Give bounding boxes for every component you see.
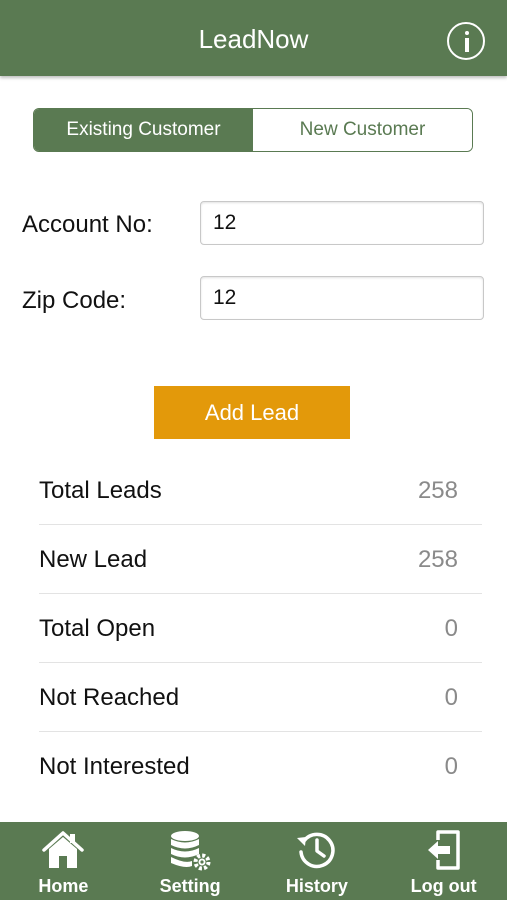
tab-log-out[interactable]: Log out: [380, 822, 507, 900]
info-bar: [464, 38, 469, 52]
stat-label: New Lead: [39, 546, 148, 573]
history-icon: [296, 832, 335, 869]
segment-new-customer[interactable]: New Customer: [253, 109, 472, 151]
tab-label: Home: [38, 876, 89, 896]
stat-label: Not Interested: [39, 753, 190, 780]
app-title: LeadNow: [198, 24, 309, 54]
database-gear-icon: [171, 831, 211, 871]
tab-history[interactable]: History: [254, 822, 381, 900]
app-screen: LeadNow Existing Customer New Customer A…: [0, 0, 507, 900]
stat-row-total-leads[interactable]: Total Leads 258: [39, 456, 482, 525]
tab-label: History: [285, 876, 348, 896]
tab-home[interactable]: Home: [0, 822, 127, 900]
stat-row-not-reached[interactable]: Not Reached 0: [39, 663, 482, 732]
home-icon: [42, 831, 85, 868]
tab-label: Log out: [410, 876, 477, 896]
lead-stats-list: Total Leads 258 New Lead 258 Total Open …: [39, 456, 482, 801]
zip-code-input[interactable]: [200, 276, 484, 320]
add-lead-button[interactable]: Add Lead: [154, 386, 350, 439]
account-no-label: Account No:: [22, 211, 153, 238]
stat-label: Not Reached: [39, 684, 180, 711]
stat-row-total-open[interactable]: Total Open 0: [39, 594, 482, 663]
zip-code-label: Zip Code:: [22, 287, 127, 314]
stat-value: 0: [444, 684, 458, 711]
stat-value: 258: [417, 477, 458, 504]
stat-label: Total Open: [39, 615, 156, 642]
stat-label: Total Leads: [39, 477, 162, 504]
bottom-tab-bar: Home Setting History Log out: [0, 822, 507, 900]
info-icon[interactable]: [447, 22, 485, 60]
info-dot: [464, 31, 469, 35]
stat-row-new-lead[interactable]: New Lead 258: [39, 525, 482, 594]
tab-setting[interactable]: Setting: [127, 822, 254, 900]
stat-value: 258: [417, 546, 458, 573]
stat-value: 0: [444, 615, 458, 642]
stat-value: 0: [444, 753, 458, 780]
stat-row-not-interested[interactable]: Not Interested 0: [39, 732, 482, 801]
logout-icon: [427, 830, 460, 870]
customer-type-segment: Existing Customer New Customer: [33, 108, 473, 152]
tab-label: Setting: [159, 876, 221, 896]
segment-existing-customer[interactable]: Existing Customer: [34, 109, 253, 151]
account-no-input[interactable]: [200, 201, 484, 245]
header-bar: LeadNow: [0, 0, 507, 76]
